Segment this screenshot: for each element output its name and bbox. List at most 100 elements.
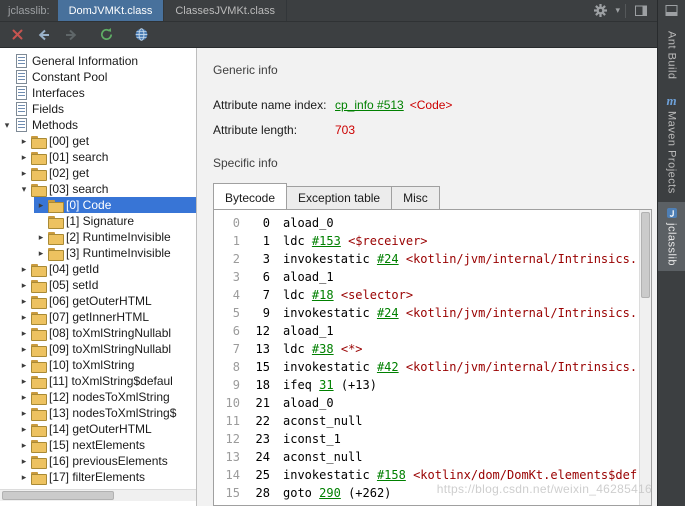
close-icon[interactable] — [7, 25, 27, 45]
constant-pool-link[interactable]: cp_info #513 — [335, 98, 404, 112]
tree-row[interactable]: ▸ [00] get — [0, 133, 196, 149]
tree-row[interactable]: ▸ [10] toXmlString — [0, 357, 196, 373]
tree-row[interactable]: ▸ [02] get — [0, 165, 196, 181]
tree-row[interactable]: ▸ [01] search — [0, 149, 196, 165]
expand-icon[interactable]: ▸ — [34, 200, 48, 211]
tree-row[interactable]: ▸ [15] nextElements — [0, 437, 196, 453]
tab-misc[interactable]: Misc — [391, 186, 440, 209]
bytecode-offset: 9 — [262, 306, 270, 320]
tool-window-tab-jclasslib[interactable]: jclasslib — [658, 202, 685, 272]
tool-window-tab-maven-projects[interactable]: m Maven Projects — [658, 90, 685, 199]
tree-row[interactable]: ▸ [0] Code — [0, 197, 196, 213]
tree-row[interactable]: Fields — [0, 101, 196, 117]
browser-icon[interactable] — [131, 25, 151, 45]
hide-window-icon[interactable] — [631, 1, 651, 21]
expand-icon[interactable]: ▸ — [17, 456, 31, 467]
expand-icon[interactable]: ▸ — [17, 440, 31, 451]
back-icon[interactable] — [34, 25, 54, 45]
operand-comment: <*> — [340, 342, 363, 356]
tree-row[interactable]: ▸ [13] nodesToXmlString$ — [0, 405, 196, 421]
bytecode-line: 8 15 invokestatic #42 <kotlin/jvm/internal… — [216, 358, 637, 376]
expand-icon[interactable]: ▸ — [17, 152, 31, 163]
constant-pool-link[interactable]: #38 — [312, 342, 334, 356]
expand-icon[interactable]: ▸ — [17, 408, 31, 419]
tree-row[interactable]: ▾ [03] search — [0, 181, 196, 197]
expand-icon[interactable]: ▸ — [17, 312, 31, 323]
tree-row[interactable]: ▸ [12] nodesToXmlString — [0, 389, 196, 405]
vertical-scrollbar[interactable] — [639, 210, 651, 505]
tree-row[interactable]: [1] Signature — [0, 213, 196, 229]
expand-icon[interactable]: ▸ — [17, 168, 31, 179]
document-icon — [16, 86, 27, 100]
expand-icon[interactable]: ▸ — [17, 424, 31, 435]
bytecode-instruction: aconst_null — [283, 412, 362, 430]
tree-row[interactable]: ▸ [05] setId — [0, 277, 196, 293]
attribute-field-row: Attribute length: 703 — [213, 117, 452, 142]
expand-icon[interactable]: ▸ — [17, 328, 31, 339]
class-file-tab[interactable]: ClassesJVMKt.class — [164, 0, 287, 21]
expand-icon[interactable]: ▸ — [34, 248, 48, 259]
expand-icon[interactable]: ▸ — [17, 344, 31, 355]
tree-item-label: [2] RuntimeInvisible — [66, 230, 171, 244]
line-number: 7 — [232, 342, 240, 356]
constant-pool-link[interactable]: #24 — [377, 252, 399, 266]
tree-row[interactable]: ▸ [04] getId — [0, 261, 196, 277]
constant-pool-link[interactable]: #153 — [312, 234, 341, 248]
expand-icon[interactable]: ▸ — [34, 232, 48, 243]
tree-row[interactable]: ▾ Methods — [0, 117, 196, 133]
tool-windows-icon[interactable] — [665, 4, 678, 20]
tree-row[interactable]: ▸ [16] previousElements — [0, 453, 196, 469]
tree-row[interactable]: ▸ [09] toXmlStringNullabl — [0, 341, 196, 357]
expand-icon[interactable]: ▸ — [17, 280, 31, 291]
tree-item-label: [08] toXmlStringNullabl — [49, 326, 172, 340]
class-file-tab[interactable]: DomJVMKt.class — [57, 0, 165, 21]
tree-item-label: [09] toXmlStringNullabl — [49, 342, 172, 356]
constant-pool-link[interactable]: 290 — [319, 486, 341, 500]
tree-row[interactable]: ▸ [17] filterElements — [0, 469, 196, 485]
constant-pool-link[interactable]: #24 — [377, 306, 399, 320]
constant-pool-link[interactable]: #42 — [377, 360, 399, 374]
tree-row[interactable]: ▸ [08] toXmlStringNullabl — [0, 325, 196, 341]
folder-icon — [31, 439, 47, 453]
constant-pool-link[interactable]: 31 — [319, 378, 333, 392]
tree-row[interactable]: ▸ [06] getOuterHTML — [0, 293, 196, 309]
collapse-icon[interactable]: ▾ — [0, 120, 14, 131]
horizontal-scrollbar[interactable] — [0, 489, 196, 501]
tab-exception-table[interactable]: Exception table — [286, 186, 393, 209]
refresh-icon[interactable] — [96, 25, 116, 45]
expand-icon[interactable]: ▸ — [17, 296, 31, 307]
forward-icon[interactable] — [61, 25, 81, 45]
chevron-down-icon[interactable]: ▾ — [615, 5, 620, 16]
tree-row[interactable]: ▸ [14] getOuterHTML — [0, 421, 196, 437]
expand-icon[interactable]: ▸ — [17, 392, 31, 403]
tree-row[interactable]: ▸ [3] RuntimeInvisible — [0, 245, 196, 261]
tool-window-tab-ant-build[interactable]: Ant Build — [658, 26, 685, 85]
gear-icon[interactable] — [590, 1, 610, 21]
tree-row[interactable]: General Information — [0, 53, 196, 69]
tab-bytecode[interactable]: Bytecode — [213, 183, 288, 209]
expand-icon[interactable]: ▸ — [17, 360, 31, 371]
tree-row-content: ▸ [09] toXmlStringNullabl — [17, 341, 196, 357]
expand-icon[interactable]: ▸ — [17, 376, 31, 387]
bytecode-line: 2 3 invokestatic #24 <kotlin/jvm/internal/… — [216, 250, 637, 268]
expand-icon[interactable]: ▸ — [17, 264, 31, 275]
scrollbar-thumb[interactable] — [2, 491, 114, 500]
tree-row[interactable]: ▸ [11] toXmlString$defaul — [0, 373, 196, 389]
document-icon — [16, 102, 27, 116]
bytecode-offset: 21 — [255, 396, 270, 410]
constant-pool-link[interactable]: #158 — [377, 468, 406, 482]
collapse-icon[interactable]: ▾ — [17, 184, 31, 195]
expand-icon[interactable]: ▸ — [17, 472, 31, 483]
scrollbar-thumb[interactable] — [641, 212, 650, 298]
constant-pool-link[interactable]: #18 — [312, 288, 334, 302]
expand-icon[interactable]: ▸ — [17, 136, 31, 147]
tree-row[interactable]: ▸ [07] getInnerHTML — [0, 309, 196, 325]
class-structure-tree: General Information Constant Pool Interfac… — [0, 48, 196, 485]
tree-row[interactable]: ▸ [2] RuntimeInvisible — [0, 229, 196, 245]
specific-info-header: Specific info — [213, 156, 278, 170]
tree-row[interactable]: Interfaces — [0, 85, 196, 101]
folder-icon — [31, 263, 47, 277]
tree-row[interactable]: Constant Pool — [0, 69, 196, 85]
